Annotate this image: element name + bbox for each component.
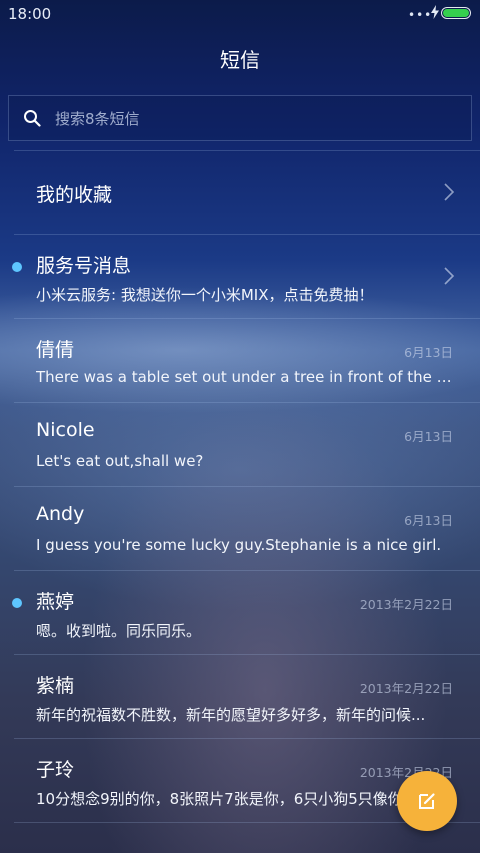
- conversation-name: 服务号消息: [36, 255, 132, 277]
- unread-indicator: [12, 262, 22, 272]
- row-divider: [14, 570, 480, 571]
- row-divider: [14, 486, 480, 487]
- conversation-date: 6月13日: [404, 345, 453, 360]
- conversation-name: 燕婷: [36, 591, 75, 613]
- status-bar: 18:00 •••: [0, 0, 480, 28]
- conversation-name: 子玲: [36, 759, 75, 781]
- row-divider: [14, 738, 480, 739]
- conversation-preview: I guess you're some lucky guy.Stephanie …: [36, 536, 442, 554]
- conversation-preview: 10分想念9别的你，8张照片7张是你，6只小狗5只像你: [36, 790, 403, 808]
- chevron-right-icon: [444, 267, 455, 285]
- status-time: 18:00: [8, 5, 52, 23]
- list-item[interactable]: 燕婷 2013年2月22日 嗯。收到啦。同乐同乐。: [0, 570, 480, 654]
- conversation-preview: 嗯。收到啦。同乐同乐。: [36, 622, 202, 640]
- conversation-name: Nicole: [36, 419, 95, 441]
- compose-button[interactable]: [397, 771, 457, 831]
- conversation-preview: 新年的祝福数不胜数，新年的愿望好多好多，新年的问候...: [36, 706, 426, 724]
- conversation-date: 2013年2月22日: [359, 597, 453, 612]
- list-item[interactable]: 紫楠 2013年2月22日 新年的祝福数不胜数，新年的愿望好多好多，新年的问候.…: [0, 654, 480, 738]
- list-item[interactable]: 服务号消息 小米云服务: 我想送你一个小米MIX，点击免费抽！: [0, 234, 480, 318]
- search-bar[interactable]: [8, 95, 472, 142]
- battery-icon: [441, 7, 471, 19]
- favorites-label: 我的收藏: [36, 184, 113, 206]
- charging-bolt-icon: [431, 5, 439, 19]
- row-divider: [14, 318, 480, 319]
- conversation-preview: Let's eat out,shall we?: [36, 452, 204, 470]
- conversation-preview: 小米云服务: 我想送你一个小米MIX，点击免费抽！: [36, 286, 374, 304]
- search-input[interactable]: [53, 96, 457, 142]
- chevron-right-icon: [444, 183, 455, 201]
- list-item[interactable]: Nicole 6月13日 Let's eat out,shall we?: [0, 402, 480, 486]
- conversation-date: 6月13日: [404, 513, 453, 528]
- conversation-name: Andy: [36, 503, 85, 525]
- battery-level: [443, 9, 469, 17]
- conversation-date: 2013年2月22日: [359, 681, 453, 696]
- conversation-name: 倩倩: [36, 339, 75, 361]
- list-item[interactable]: 倩倩 6月13日 There was a table set out under…: [0, 318, 480, 402]
- unread-indicator: [12, 598, 22, 608]
- compose-icon: [419, 793, 435, 809]
- row-divider: [14, 234, 480, 235]
- row-divider: [14, 150, 480, 151]
- conversation-date: 6月13日: [404, 429, 453, 444]
- signal-dots-icon: •••: [408, 8, 433, 22]
- conversation-name: 紫楠: [36, 675, 75, 697]
- row-divider: [14, 402, 480, 403]
- row-divider: [14, 654, 480, 655]
- page-title: 短信: [220, 48, 260, 72]
- search-icon: [24, 110, 41, 127]
- list-item[interactable]: Andy 6月13日 I guess you're some lucky guy…: [0, 486, 480, 570]
- conversation-preview: There was a table set out under a tree i…: [36, 368, 456, 386]
- conversation-list: 我的收藏 服务号消息 小米云服务: 我想送你一个小米MIX，点击免费抽！ 倩倩 …: [0, 150, 480, 822]
- favorites-row[interactable]: 我的收藏: [0, 150, 480, 234]
